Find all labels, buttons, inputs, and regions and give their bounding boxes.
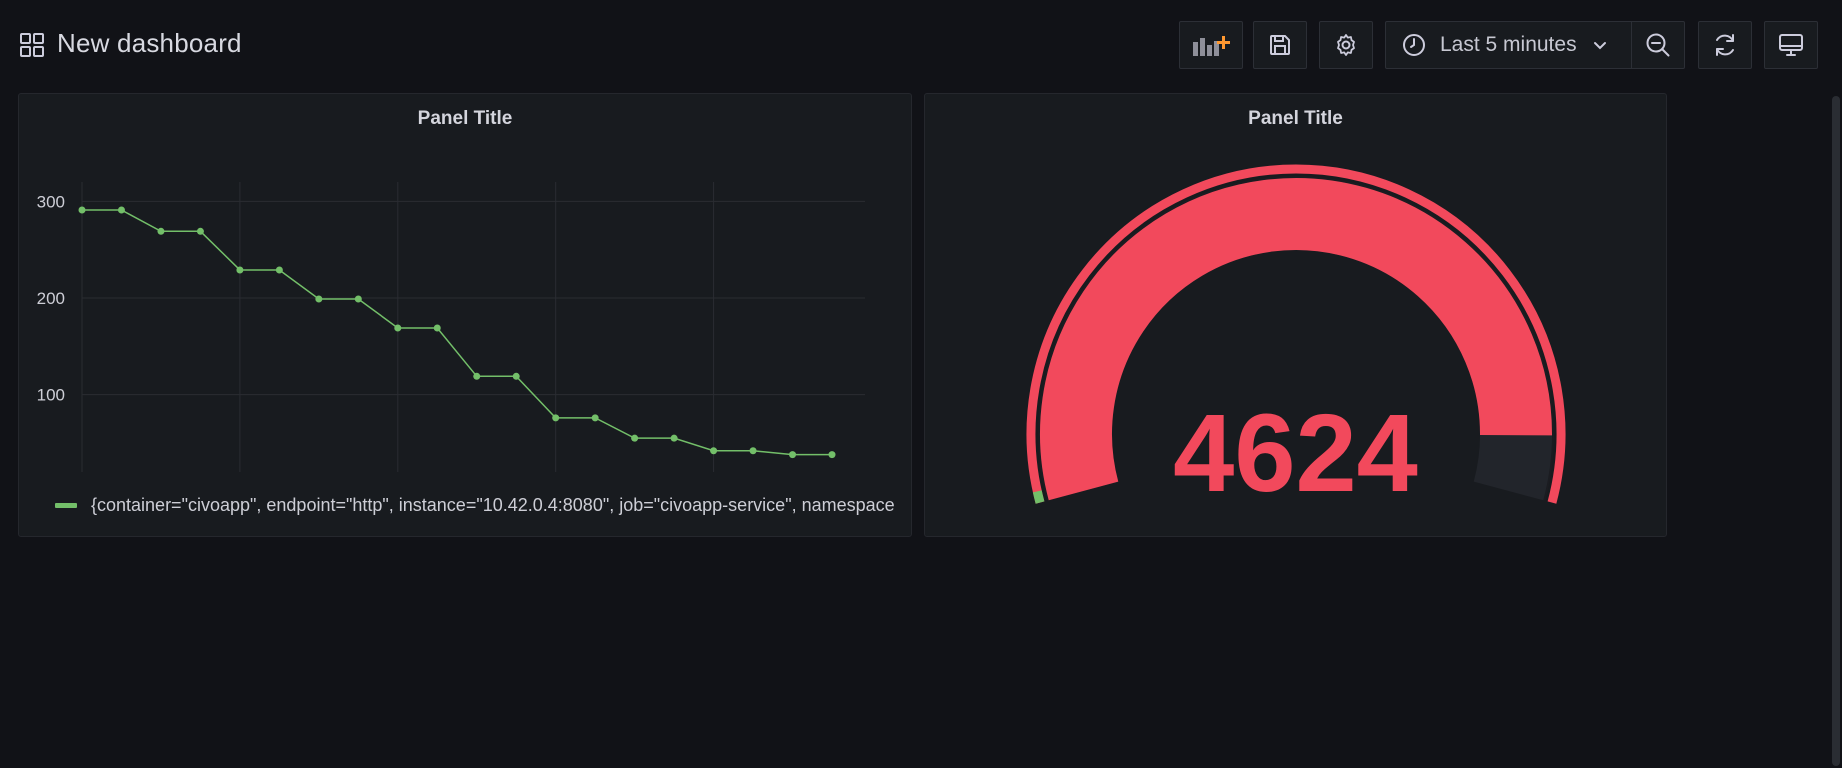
clock-icon <box>1403 34 1425 56</box>
series-line <box>82 209 832 456</box>
data-point <box>552 414 560 422</box>
data-point <box>275 266 283 274</box>
save-icon <box>1270 35 1290 55</box>
y-tick-label: 100 <box>37 386 65 405</box>
save-dashboard-button[interactable] <box>1253 21 1307 69</box>
gauge-value: 4624 <box>1173 392 1418 515</box>
data-point <box>433 324 441 332</box>
data-point <box>591 414 599 422</box>
data-point <box>354 295 362 303</box>
tv-mode-button[interactable] <box>1764 21 1818 69</box>
data-point <box>473 372 481 380</box>
dashboard-settings-button[interactable] <box>1319 21 1373 69</box>
dashboard-grid-icon <box>20 33 44 57</box>
zoom-out-icon <box>1646 33 1670 57</box>
timeseries-panel[interactable]: Panel Title 09:46:0009:47:0009:48:0009:4… <box>18 93 912 537</box>
data-point <box>789 451 797 459</box>
y-tick-label: 200 <box>37 289 65 308</box>
chart-legend: {container="civoapp", endpoint="http", i… <box>55 494 915 516</box>
data-point <box>670 434 678 442</box>
time-range-picker[interactable]: Last 5 minutes <box>1385 21 1632 69</box>
add-panel-icon <box>1193 36 1230 56</box>
chevron-down-icon <box>1593 42 1606 50</box>
gear-icon <box>1337 34 1355 56</box>
data-point <box>78 206 86 214</box>
data-point <box>236 266 244 274</box>
add-panel-button[interactable] <box>1179 21 1243 69</box>
refresh-button[interactable] <box>1698 21 1752 69</box>
refresh-icon <box>1716 34 1734 56</box>
legend-swatch <box>55 502 77 508</box>
data-point <box>512 372 520 380</box>
legend-series-label[interactable]: {container="civoapp", endpoint="http", i… <box>91 495 895 516</box>
data-point <box>196 227 204 235</box>
scrollbar-thumb[interactable] <box>1832 96 1840 766</box>
timeseries-chart: 09:46:0009:47:0009:48:0009:49:0009:50:00… <box>37 182 865 494</box>
data-point <box>117 206 125 214</box>
data-point <box>749 447 757 455</box>
data-point <box>828 451 836 459</box>
gauge-panel[interactable]: Panel Title 4624 <box>924 93 1667 537</box>
data-point <box>710 447 718 455</box>
data-point <box>394 324 402 332</box>
data-point <box>157 227 165 235</box>
data-point <box>315 295 323 303</box>
tv-mode-icon <box>1779 34 1803 56</box>
dashboard-header: New dashboard Last 5 minutes <box>0 0 1842 90</box>
data-point <box>631 434 639 442</box>
time-range-label: Last 5 minutes <box>1440 33 1577 56</box>
y-tick-label: 300 <box>37 192 65 211</box>
dashboard-title[interactable]: New dashboard <box>57 28 242 59</box>
zoom-out-button[interactable] <box>1631 21 1685 69</box>
